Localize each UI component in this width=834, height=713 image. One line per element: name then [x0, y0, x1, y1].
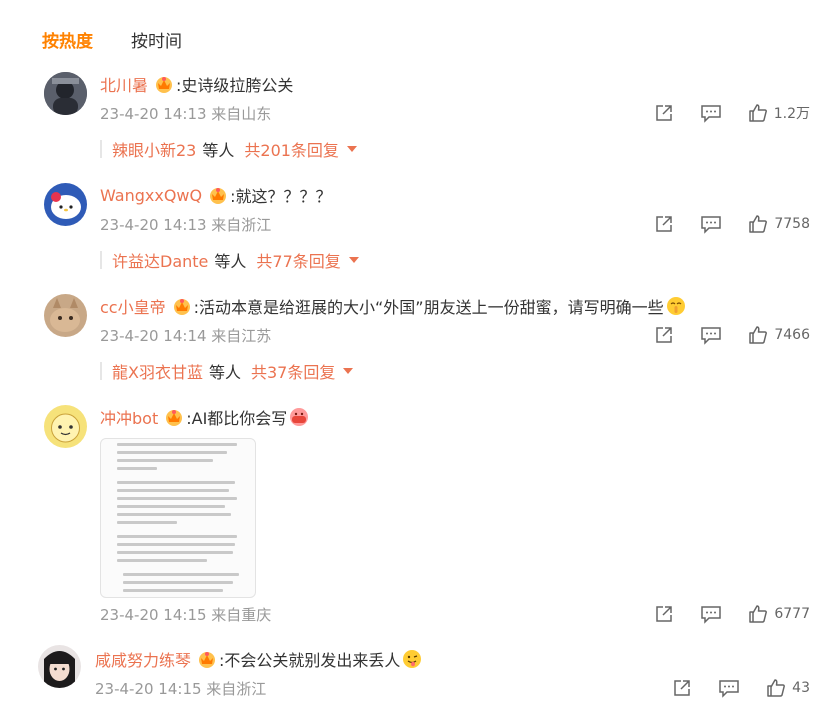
comment-icon — [719, 680, 739, 698]
avatar[interactable] — [44, 294, 87, 337]
crown-badge-icon — [208, 186, 228, 204]
comment-icon — [701, 327, 722, 345]
reply-username[interactable]: 龍X羽衣甘蓝 — [112, 359, 203, 383]
comment-actions: 6777 — [628, 602, 810, 626]
username[interactable]: WangxxQwQ — [100, 186, 202, 205]
share-button[interactable] — [654, 103, 674, 123]
reply-username[interactable]: 辣眼小新23 — [112, 137, 196, 161]
reply-count[interactable]: 共201条回复 — [244, 137, 339, 161]
username[interactable]: cc小皇帝 — [100, 294, 166, 318]
comment-text: :不会公关就别发出来丢人 — [219, 651, 401, 670]
divider — [100, 362, 102, 380]
tongue-emoji-icon — [402, 649, 422, 669]
crown-badge-icon — [164, 408, 184, 426]
divider — [100, 251, 102, 269]
share-button[interactable] — [672, 678, 692, 698]
avatar[interactable] — [44, 183, 87, 226]
like-button[interactable]: 1.2万 — [748, 103, 810, 123]
hide-face-emoji-icon — [289, 407, 309, 427]
like-button[interactable]: 43 — [766, 678, 810, 698]
like-count: 7758 — [774, 216, 810, 232]
sort-tabs: 按热度 按时间 — [42, 26, 220, 52]
shush-emoji-icon — [666, 296, 686, 316]
like-button[interactable]: 6777 — [748, 604, 810, 624]
share-icon — [656, 327, 673, 343]
reply-mid-text: 等人 — [214, 252, 247, 271]
thumbs-up-icon — [749, 605, 768, 623]
thumbs-up-icon — [749, 215, 768, 233]
share-icon — [655, 105, 672, 121]
reply-count[interactable]: 共77条回复 — [256, 248, 340, 272]
comment-actions: 7466 — [628, 323, 810, 347]
share-icon — [656, 216, 673, 232]
like-count: 43 — [792, 680, 810, 696]
tab-by-popularity[interactable]: 按热度 — [42, 27, 93, 52]
crown-badge-icon — [197, 650, 217, 668]
reply-username[interactable]: 许益达Dante — [112, 248, 208, 272]
username[interactable]: 咸咸努力练琴 — [95, 647, 191, 671]
like-button[interactable]: 7466 — [748, 325, 810, 345]
reply-count[interactable]: 共37条回复 — [251, 359, 335, 383]
thumbs-up-icon — [749, 326, 768, 344]
tab-by-time[interactable]: 按时间 — [131, 27, 182, 52]
comment-meta: 23-4-20 14:13 来自浙江 — [100, 215, 272, 234]
reply-summary[interactable]: 许益达Dante 等人 共77条回复 — [100, 249, 359, 271]
avatar[interactable] — [44, 405, 87, 448]
comment-meta: 23-4-20 14:15 来自重庆 — [100, 605, 272, 624]
thumbs-up-icon — [767, 679, 786, 697]
comment-actions: 1.2万 — [628, 101, 810, 125]
comment-text: :活动本意是给逛展的大小“外国”朋友送上一份甜蜜，请写明确一些 — [193, 298, 664, 317]
reply-mid-text: 等人 — [208, 363, 241, 382]
comment-icon — [701, 606, 722, 624]
share-button[interactable] — [654, 325, 674, 345]
comment-actions: 7758 — [628, 212, 810, 236]
attached-image-thumbnail[interactable] — [100, 438, 256, 598]
share-button[interactable] — [654, 604, 674, 624]
comment-button[interactable] — [700, 214, 722, 234]
comment-button[interactable] — [700, 103, 722, 123]
comment-meta: 23-4-20 14:13 来自山东 — [100, 104, 272, 123]
comment-icon — [701, 216, 722, 234]
divider — [100, 140, 102, 158]
like-count: 6777 — [774, 606, 810, 622]
thumbs-up-icon — [748, 104, 767, 122]
crown-badge-icon — [172, 297, 192, 315]
like-button[interactable]: 7758 — [748, 214, 810, 234]
reply-mid-text: 等人 — [202, 141, 235, 160]
share-icon — [656, 606, 673, 622]
like-count: 7466 — [774, 327, 810, 343]
caret-down-icon[interactable] — [346, 146, 357, 152]
comment-meta: 23-4-20 14:15 来自浙江 — [95, 679, 267, 698]
crown-badge-icon — [154, 75, 174, 93]
comment-text: :就这？？？？ — [230, 187, 332, 206]
caret-down-icon[interactable] — [348, 257, 359, 263]
comment-icon — [700, 105, 721, 123]
avatar[interactable] — [38, 645, 81, 688]
comment-button[interactable] — [718, 678, 740, 698]
comment-text: :史诗级拉胯公关 — [176, 76, 294, 95]
username[interactable]: 北川暑 — [100, 72, 148, 96]
username[interactable]: 冲冲bot — [100, 405, 158, 429]
avatar[interactable] — [44, 72, 87, 115]
share-button[interactable] — [654, 214, 674, 234]
comment-meta: 23-4-20 14:14 来自江苏 — [100, 326, 272, 345]
comment-actions: 43 — [646, 676, 810, 700]
caret-down-icon[interactable] — [343, 368, 354, 374]
comment-button[interactable] — [700, 325, 722, 345]
comment-text: :AI都比你会写 — [186, 409, 288, 428]
comment-button[interactable] — [700, 604, 722, 624]
share-icon — [674, 680, 690, 696]
reply-summary[interactable]: 辣眼小新23 等人 共201条回复 — [100, 138, 357, 160]
like-count: 1.2万 — [773, 106, 810, 122]
reply-summary[interactable]: 龍X羽衣甘蓝 等人 共37条回复 — [100, 359, 354, 383]
